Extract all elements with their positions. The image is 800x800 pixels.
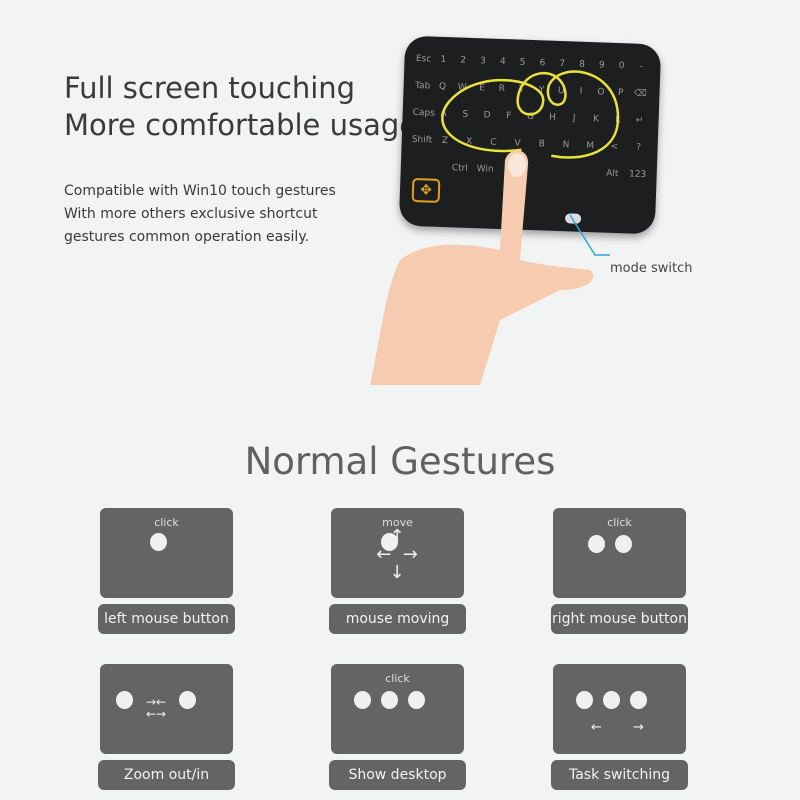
gesture-card: →← ←→ (100, 664, 233, 754)
finger-dot-icon (354, 691, 371, 709)
gesture-label: mouse moving (329, 604, 466, 634)
gesture-label: left mouse button (98, 604, 235, 634)
gesture-card: ← → (553, 664, 686, 754)
finger-dot-icon (179, 691, 196, 709)
finger-dot-icon (381, 691, 398, 709)
mode-switch-label: mode switch (610, 261, 693, 276)
headline: Full screen touching More comfortable us… (64, 70, 417, 144)
gesture-card: move ↑ ← → ↓ (331, 508, 464, 598)
section-title: Normal Gestures (244, 440, 556, 483)
pinch-arrows-icon: →← ←→ (146, 695, 167, 721)
gesture-caption: click (607, 516, 632, 529)
gesture-label: Zoom out/in (98, 760, 235, 790)
finger-dot-icon (603, 691, 620, 709)
finger-dot-icon (576, 691, 593, 709)
gesture-card: click (100, 508, 233, 598)
gesture-caption: click (154, 516, 179, 529)
finger-dot-icon (116, 691, 133, 709)
finger-dot-icon (615, 535, 632, 553)
finger-dot-icon (150, 533, 167, 551)
right-arrow-icon: → (633, 720, 644, 735)
gesture-caption: click (385, 672, 410, 685)
finger-dot-icon (588, 535, 605, 553)
description: Compatible with Win10 touch gestures Wit… (64, 180, 336, 249)
finger-dot-icon (408, 691, 425, 709)
gesture-label: Show desktop (329, 760, 466, 790)
gesture-label: Task switching (551, 760, 688, 790)
headline-line-2: More comfortable usage (64, 108, 418, 142)
description-line-3: gestures common operation easily. (64, 229, 310, 245)
left-arrow-icon: ← (591, 720, 602, 735)
hand-illustration (370, 150, 594, 385)
move-arrows-icon: ↑ ← → ↓ (376, 526, 418, 583)
description-line-2: With more others exclusive shortcut (64, 206, 318, 222)
gesture-card: click (331, 664, 464, 754)
finger-dot-icon (630, 691, 647, 709)
headline-line-1: Full screen touching (64, 71, 356, 105)
gesture-card: click (553, 508, 686, 598)
description-line-1: Compatible with Win10 touch gestures (64, 183, 336, 199)
gesture-label: right mouse button (551, 604, 688, 634)
